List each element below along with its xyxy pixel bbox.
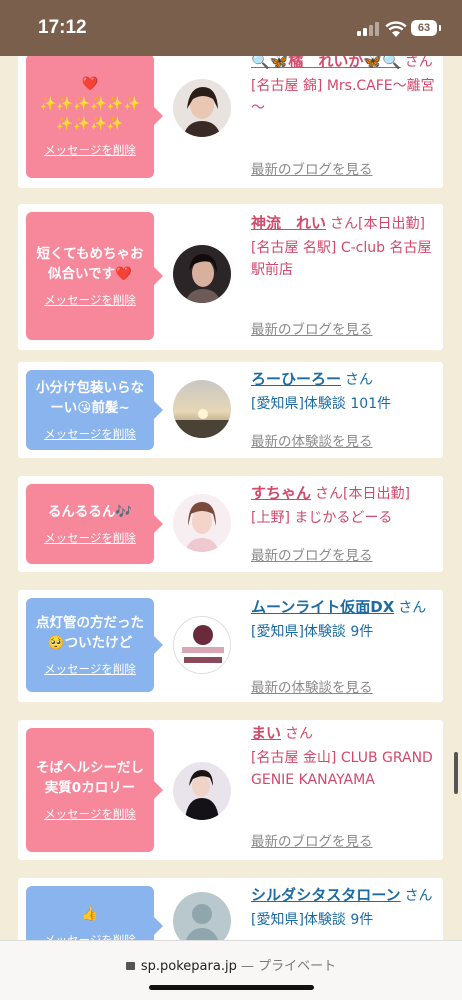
message-card: るんるるん🎶 メッセージを削除 すちゃん さん[本日出勤] [上野] まじかるどー… <box>18 476 443 572</box>
sender-info: シルダシタスタローン さん [愛知県]体験談 9件 <box>251 884 437 931</box>
message-card: そばヘルシーだし実質0カロリー メッセージを削除 まい さん [名古屋 金山] C… <box>18 720 443 860</box>
status-bar: 17:12 63 <box>0 0 462 56</box>
delete-message-link[interactable]: メッセージを削除 <box>44 292 136 308</box>
sender-name-link[interactable]: シルダシタスタローン <box>251 886 401 904</box>
avatar[interactable] <box>173 892 231 940</box>
message-bubble: 点灯管の方だった🥺ついたけど メッセージを削除 <box>26 598 163 692</box>
message-card: ❤️ ✨✨✨✨✨✨ ✨✨✨✨ メッセージを削除 🔍🦋橘 れいか🦋🔍 さん [名古屋… <box>18 56 443 188</box>
avatar[interactable] <box>173 380 231 438</box>
clock: 17:12 <box>38 17 87 38</box>
sender-info: まい さん [名古屋 金山] CLUB GRAND GENIE KANAYAMA <box>251 722 437 791</box>
latest-blog-link[interactable]: 最新のブログを見る <box>251 544 373 564</box>
sender-name-link[interactable]: ムーンライト仮面DX <box>251 598 394 616</box>
review-count: [愛知県]体験談 9件 <box>251 912 374 928</box>
message-text: 点灯管の方だった🥺ついたけど <box>36 615 144 651</box>
message-bubble: 小分け包装いらなーい😘前髪~ メッセージを削除 <box>26 370 163 450</box>
sender-info: ろーひーろー さん [愛知県]体験談 101件 <box>251 368 437 415</box>
address-bar[interactable]: sp.pokepara.jp — プライベート <box>0 955 462 974</box>
message-text: 短くてもめちゃお似合いです❤️ <box>36 246 144 282</box>
message-feed[interactable]: ❤️ ✨✨✨✨✨✨ ✨✨✨✨ メッセージを削除 🔍🦋橘 れいか🦋🔍 さん [名古屋… <box>0 56 462 940</box>
message-bubble: ❤️ ✨✨✨✨✨✨ ✨✨✨✨ メッセージを削除 <box>26 56 163 178</box>
cellular-signal-icon <box>357 22 379 36</box>
shop-info: [上野] まじかるどーる <box>251 510 393 526</box>
sender-name-link[interactable]: すちゃん <box>251 484 311 502</box>
battery-icon: 63 <box>411 20 441 36</box>
sender-suffix: さん <box>404 888 433 904</box>
sender-name-link[interactable]: ろーひーろー <box>251 370 341 388</box>
latest-review-link[interactable]: 最新の体験談を見る <box>251 430 373 450</box>
delete-message-link[interactable]: メッセージを削除 <box>44 806 136 822</box>
sender-info: すちゃん さん[本日出勤] [上野] まじかるどーる <box>251 482 437 529</box>
latest-blog-link[interactable]: 最新のブログを見る <box>251 158 373 178</box>
sender-suffix: さん <box>285 726 314 742</box>
shop-info: [名古屋 名駅] C-club 名古屋駅前店 <box>251 240 432 278</box>
message-bubble: そばヘルシーだし実質0カロリー メッセージを削除 <box>26 728 163 852</box>
message-text: そばヘルシーだし実質0カロリー <box>36 760 144 796</box>
sender-name-link[interactable]: 神流 れい <box>251 214 326 232</box>
avatar[interactable] <box>173 245 231 303</box>
latest-blog-link[interactable]: 最新のブログを見る <box>251 318 373 338</box>
message-card: 点灯管の方だった🥺ついたけど メッセージを削除 ムーンライト仮面DX さん [愛知… <box>18 590 443 702</box>
message-bubble: 👍 メッセージを削除 <box>26 886 163 940</box>
sender-name-link[interactable]: 🔍🦋橘 れいか🦋🔍 <box>251 56 401 70</box>
delete-message-link[interactable]: メッセージを削除 <box>44 661 136 677</box>
message-bubble: 短くてもめちゃお似合いです❤️ メッセージを削除 <box>26 212 163 340</box>
sender-suffix: さん[本日出勤] <box>330 216 425 232</box>
delete-message-link[interactable]: メッセージを削除 <box>44 426 136 442</box>
avatar[interactable] <box>173 494 231 552</box>
message-card: 短くてもめちゃお似合いです❤️ メッセージを削除 神流 れい さん[本日出勤] [… <box>18 204 443 350</box>
message-text: るんるるん🎶 <box>47 504 133 520</box>
scrollbar[interactable] <box>454 752 458 794</box>
message-text: 小分け包装いらなーい😘前髪~ <box>36 380 144 416</box>
lock-icon <box>125 962 135 970</box>
wifi-icon <box>385 21 407 37</box>
sender-info: ムーンライト仮面DX さん [愛知県]体験談 9件 <box>251 596 437 643</box>
sender-name-link[interactable]: まい <box>251 724 281 742</box>
sender-suffix: さん <box>345 372 374 388</box>
sender-suffix: さん <box>398 600 427 616</box>
avatar[interactable] <box>173 762 231 820</box>
review-count: [愛知県]体験談 9件 <box>251 624 374 640</box>
delete-message-link[interactable]: メッセージを削除 <box>44 530 136 546</box>
private-label: — プライベート <box>240 959 337 974</box>
message-card: 小分け包装いらなーい😘前髪~ メッセージを削除 ろーひーろー さん [愛知県]体験… <box>18 362 443 458</box>
sender-info: 🔍🦋橘 れいか🦋🔍 さん [名古屋 錦] Mrs.CAFE～離宮～ <box>251 56 437 119</box>
latest-blog-link[interactable]: 最新のブログを見る <box>251 830 373 850</box>
url-text: sp.pokepara.jp <box>140 959 237 974</box>
message-text: 👍 <box>81 906 99 922</box>
home-indicator[interactable] <box>149 985 314 990</box>
delete-message-link[interactable]: メッセージを削除 <box>44 142 136 158</box>
delete-message-link[interactable]: メッセージを削除 <box>44 932 136 940</box>
sender-info: 神流 れい さん[本日出勤] [名古屋 名駅] C-club 名古屋駅前店 <box>251 212 437 281</box>
message-text: ❤️ ✨✨✨✨✨✨ ✨✨✨✨ <box>39 76 141 132</box>
sender-suffix: さん <box>404 56 433 70</box>
shop-info: [名古屋 金山] CLUB GRAND GENIE KANAYAMA <box>251 750 433 788</box>
message-bubble: るんるるん🎶 メッセージを削除 <box>26 484 163 564</box>
review-count: [愛知県]体験談 101件 <box>251 396 392 412</box>
browser-bottom-bar: sp.pokepara.jp — プライベート <box>0 940 462 1000</box>
avatar[interactable] <box>173 616 231 674</box>
message-card: 👍 メッセージを削除 シルダシタスタローン さん [愛知県]体験談 9件 <box>18 878 443 940</box>
latest-review-link[interactable]: 最新の体験談を見る <box>251 676 373 696</box>
avatar[interactable] <box>173 79 231 137</box>
shop-info: [名古屋 錦] Mrs.CAFE～離宮～ <box>251 78 435 116</box>
sender-suffix: さん[本日出勤] <box>315 486 410 502</box>
